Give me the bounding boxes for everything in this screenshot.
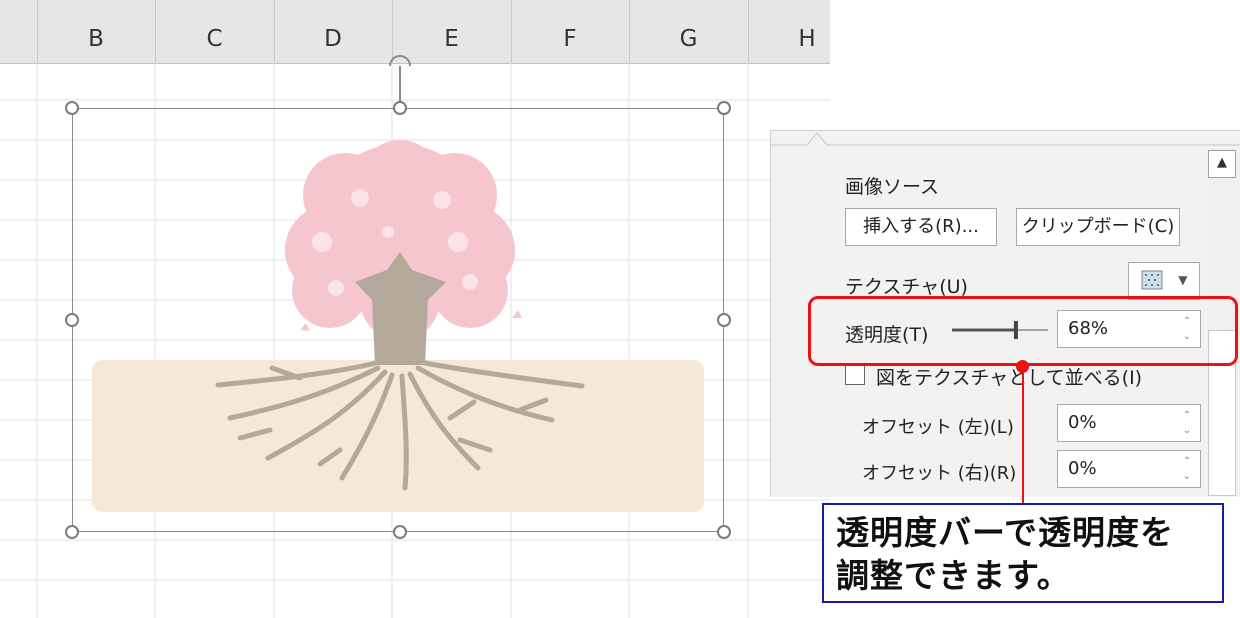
- column-header-g[interactable]: G: [629, 0, 748, 63]
- texture-label: テクスチャ(U): [845, 276, 968, 298]
- chevron-down-icon: ▼: [1178, 273, 1188, 287]
- offset-left-value: 0%: [1068, 412, 1097, 433]
- resize-handle-top-left[interactable]: [65, 101, 79, 115]
- rotate-icon[interactable]: [385, 48, 415, 70]
- excel-window: B C D E F G H 画像ソース 挿入する(R)... クリップボード(C…: [0, 0, 1240, 618]
- resize-handle-bottom[interactable]: [393, 525, 407, 539]
- offset-right-value: 0%: [1068, 458, 1097, 479]
- resize-handle-right[interactable]: [717, 313, 731, 327]
- resize-handle-bottom-right[interactable]: [717, 525, 731, 539]
- offset-right-label: オフセット (右)(R): [862, 463, 1017, 484]
- rotation-stem: [399, 66, 401, 106]
- resize-handle-top-right[interactable]: [717, 101, 731, 115]
- resize-handle-left[interactable]: [65, 313, 79, 327]
- column-header-h[interactable]: H: [748, 0, 866, 63]
- clipboard-button[interactable]: クリップボード(C): [1016, 208, 1180, 246]
- callout-line-1: 透明度バーで透明度を: [836, 513, 1175, 552]
- callout-line-2: 調整できます。: [836, 556, 1071, 595]
- callout-box: 透明度バーで透明度を 調整できます。: [822, 503, 1224, 603]
- offset-right-spinner[interactable]: 0% ⌃ ⌄: [1057, 450, 1201, 488]
- tile-texture-label: 図をテクスチャとして並べる(I): [876, 367, 1143, 389]
- pane-tab-notch: [771, 132, 1240, 146]
- column-header-row: B C D E F G H: [0, 0, 830, 64]
- resize-handle-bottom-left[interactable]: [65, 525, 79, 539]
- texture-dropdown[interactable]: ▼: [1128, 262, 1200, 300]
- spin-arrows-icon[interactable]: ⌃ ⌄: [1180, 454, 1194, 484]
- tile-texture-checkbox[interactable]: [845, 365, 865, 385]
- picture-selection-frame: [72, 108, 724, 532]
- callout-text: 透明度バーで透明度を 調整できます。: [836, 511, 1212, 597]
- texture-swatch-icon: [1141, 270, 1163, 290]
- column-header-b[interactable]: B: [37, 0, 155, 63]
- spin-arrows-icon[interactable]: ⌃ ⌄: [1180, 408, 1194, 438]
- transparency-highlight-box: [808, 296, 1238, 366]
- callout-anchor-dot: [1016, 360, 1029, 373]
- insert-picture-button[interactable]: 挿入する(R)...: [845, 208, 997, 246]
- scroll-up-arrow-icon[interactable]: ▲: [1208, 150, 1236, 178]
- column-header-c[interactable]: C: [155, 0, 274, 63]
- resize-handle-top[interactable]: [393, 101, 407, 115]
- callout-connector-line: [1022, 366, 1024, 506]
- image-source-label: 画像ソース: [845, 176, 940, 198]
- column-header-d[interactable]: D: [274, 0, 392, 63]
- offset-left-label: オフセット (左)(L): [862, 417, 1014, 438]
- offset-left-spinner[interactable]: 0% ⌃ ⌄: [1057, 404, 1201, 442]
- column-header-f[interactable]: F: [511, 0, 629, 63]
